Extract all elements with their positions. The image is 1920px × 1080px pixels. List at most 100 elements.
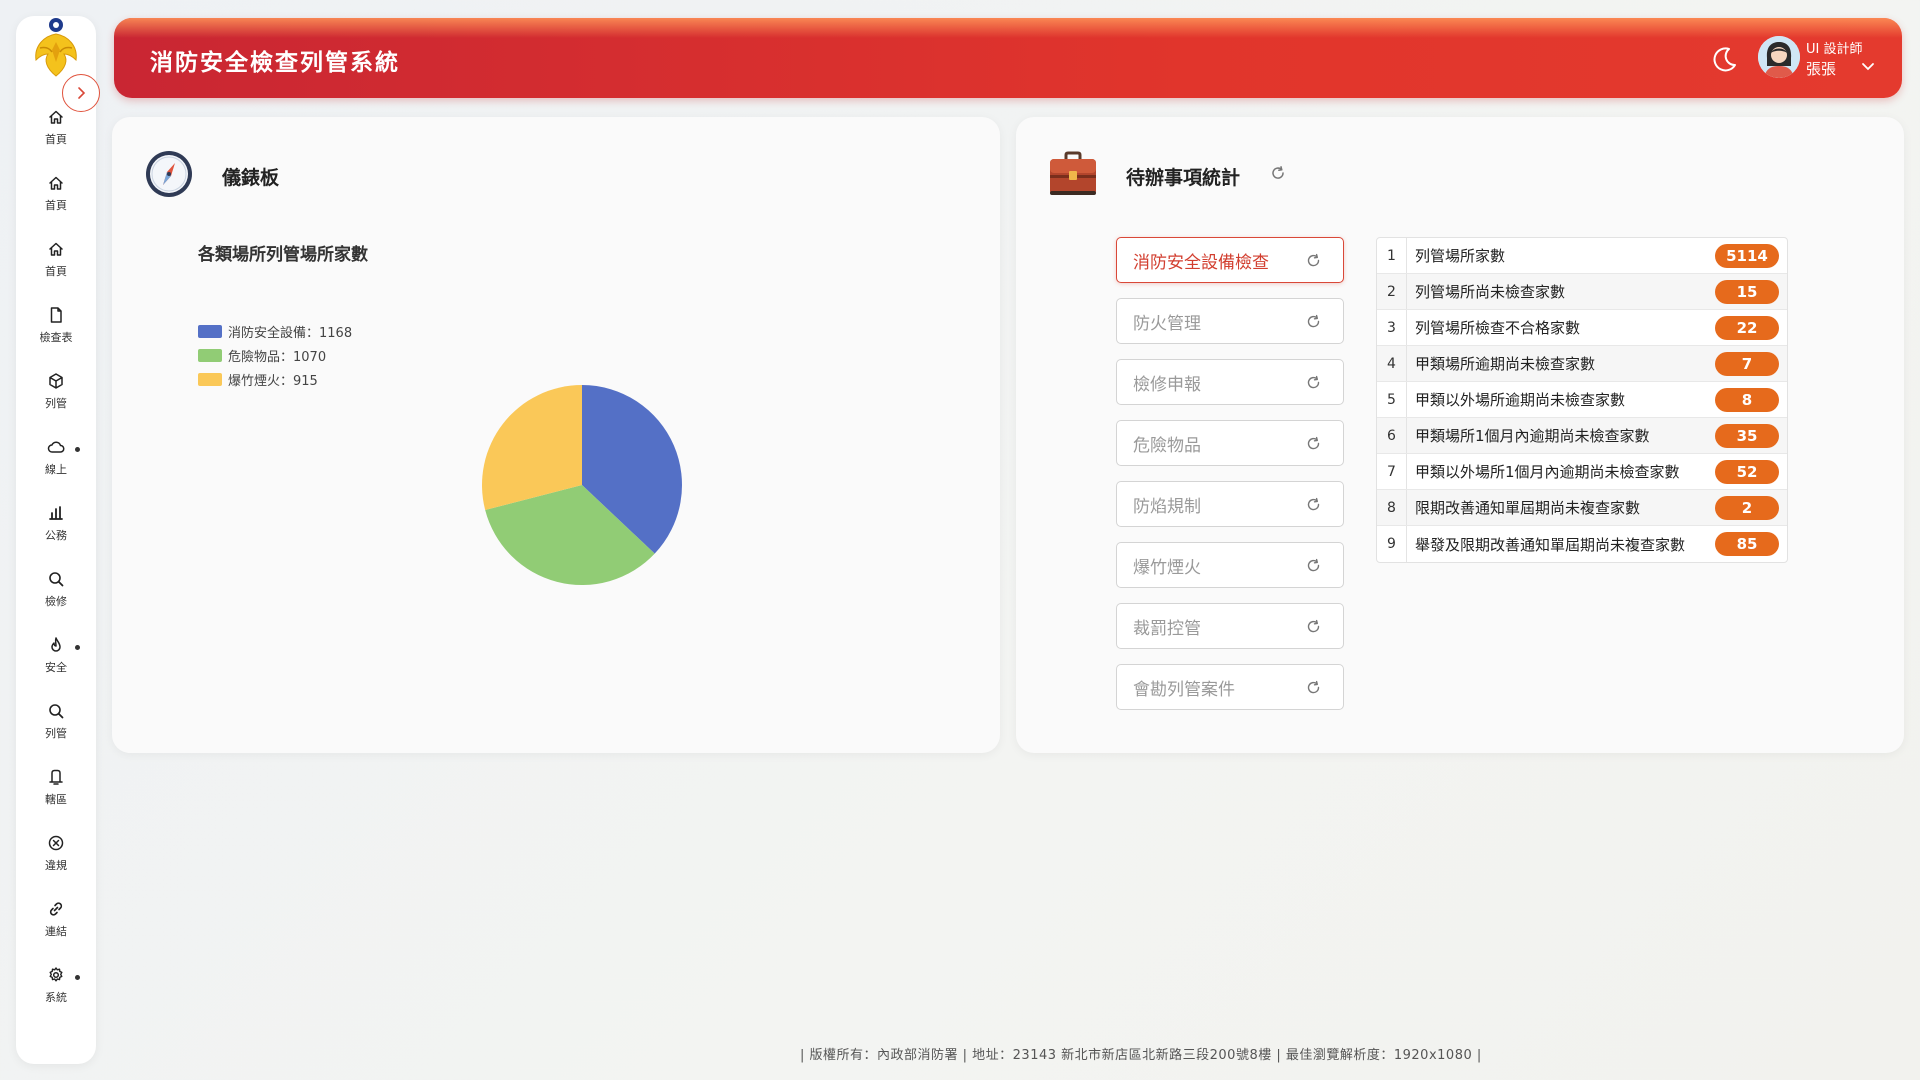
category-label: 防火管理	[1133, 313, 1201, 334]
row-label: 甲類場所1個月內逾期尚未檢查家數	[1415, 427, 1650, 445]
compass-icon	[146, 151, 192, 197]
sidebar-item-13[interactable]: 系統	[16, 966, 96, 1024]
home-icon	[49, 110, 63, 124]
category-button-5[interactable]: 爆竹煙火	[1116, 542, 1344, 588]
legend-swatch	[198, 324, 222, 338]
sidebar-item-label: 連結	[45, 925, 67, 938]
sidebar-item-label: 違規	[45, 859, 67, 872]
moon-icon[interactable]	[1710, 44, 1740, 74]
refresh-icon[interactable]	[1306, 436, 1321, 451]
legend-item[interactable]: 爆竹煙火：915	[198, 371, 318, 389]
count-badge: 15	[1715, 280, 1779, 304]
legend-label: 危險物品：1070	[228, 349, 327, 365]
pie-chart	[482, 385, 682, 585]
sidebar-item-label: 線上	[45, 463, 67, 476]
user-name[interactable]: 張張	[1806, 58, 1836, 79]
refresh-icon[interactable]	[1306, 375, 1321, 390]
category-label: 爆竹煙火	[1133, 557, 1201, 578]
sidebar-item-11[interactable]: 違規	[16, 834, 96, 892]
table-row[interactable]: 5 甲類以外場所逾期尚未檢查家數 8	[1377, 382, 1787, 418]
avatar[interactable]	[1758, 36, 1800, 78]
category-label: 危險物品	[1133, 435, 1201, 456]
sidebar: 首頁 首頁 首頁 檢查表 列管 線上 公務 檢修 安全 列管 轄區 違規 連結 系統	[16, 16, 96, 1064]
row-index: 9	[1377, 526, 1407, 562]
category-button-2[interactable]: 檢修申報	[1116, 359, 1344, 405]
table-row[interactable]: 2 列管場所尚未檢查家數 15	[1377, 274, 1787, 310]
chevron-down-icon[interactable]	[1860, 58, 1876, 74]
user-role: UI 設計師	[1806, 42, 1863, 57]
category-button-3[interactable]: 危險物品	[1116, 420, 1344, 466]
sidebar-item-label: 公務	[45, 529, 67, 542]
category-label: 裁罰控管	[1133, 618, 1201, 639]
count-badge: 85	[1715, 532, 1779, 556]
cube-icon	[49, 373, 63, 389]
category-button-0[interactable]: 消防安全設備檢查	[1116, 237, 1344, 283]
refresh-icon[interactable]	[1306, 680, 1321, 695]
sidebar-item-4[interactable]: 列管	[16, 372, 96, 430]
category-label: 會勘列管案件	[1133, 679, 1235, 700]
legend-swatch	[198, 348, 222, 362]
count-badge: 5114	[1715, 244, 1779, 268]
legend-item[interactable]: 消防安全設備：1168	[198, 323, 353, 341]
sidebar-item-label: 檢修	[45, 595, 67, 608]
flame-icon	[51, 637, 61, 652]
sidebar-item-9[interactable]: 列管	[16, 702, 96, 760]
legend-item[interactable]: 危險物品：1070	[198, 347, 327, 365]
sidebar-item-label: 首頁	[45, 265, 67, 278]
category-label: 防焰規制	[1133, 496, 1201, 517]
app-title: 消防安全檢查列管系統	[150, 50, 400, 76]
table-row[interactable]: 4 甲類場所逾期尚未檢查家數 7	[1377, 346, 1787, 382]
sidebar-item-label: 首頁	[45, 199, 67, 212]
table-row[interactable]: 3 列管場所檢查不合格家數 22	[1377, 310, 1787, 346]
sidebar-item-label: 檢查表	[39, 331, 73, 344]
category-button-6[interactable]: 裁罰控管	[1116, 603, 1344, 649]
gear-icon	[49, 967, 63, 982]
refresh-icon[interactable]	[1306, 619, 1321, 634]
sidebar-item-6[interactable]: 公務	[16, 504, 96, 562]
sidebar-item-0[interactable]: 首頁	[16, 108, 96, 166]
refresh-icon[interactable]	[1306, 253, 1321, 268]
sidebar-item-7[interactable]: 檢修	[16, 570, 96, 628]
sidebar-item-1[interactable]: 首頁	[16, 174, 96, 232]
refresh-icon[interactable]	[1306, 558, 1321, 573]
table-row[interactable]: 9 舉發及限期改善通知單屆期尚未複查家數 85	[1377, 526, 1787, 562]
refresh-icon[interactable]	[1306, 314, 1321, 329]
x-circle-icon	[48, 835, 64, 851]
row-label: 甲類場所逾期尚未檢查家數	[1415, 355, 1596, 373]
sidebar-item-label: 列管	[45, 727, 67, 740]
indicator-dot-icon	[75, 975, 80, 980]
cloud-icon	[47, 441, 65, 453]
count-badge: 22	[1715, 316, 1779, 340]
legend-label: 消防安全設備：1168	[228, 325, 353, 341]
sidebar-item-5[interactable]: 線上	[16, 438, 96, 496]
row-label: 列管場所檢查不合格家數	[1415, 319, 1581, 337]
emblem-logo	[30, 16, 82, 82]
category-button-4[interactable]: 防焰規制	[1116, 481, 1344, 527]
category-button-7[interactable]: 會勘列管案件	[1116, 664, 1344, 710]
todo-stats-panel: 待辦事項統計 消防安全設備檢查 防火管理 檢修申報 危險物品 防焰規制 爆竹煙火 裁罰控管會…	[1016, 117, 1904, 753]
stats-table: 1 列管場所家數 5114 2 列管場所尚未檢查家數 15 3 列管場所檢查不合格家數 22 4 甲…	[1376, 237, 1788, 563]
sidebar-item-label: 轄區	[45, 793, 67, 806]
refresh-icon[interactable]	[1306, 497, 1321, 512]
row-index: 1	[1377, 238, 1407, 273]
sidebar-expand-button[interactable]	[62, 74, 100, 112]
row-label: 甲類以外場所逾期尚未檢查家數	[1415, 391, 1626, 409]
footer: | 版權所有：內政部消防署 | 地址：23143 新北市新店區北新路三段200號…	[0, 1044, 1920, 1063]
table-row[interactable]: 7 甲類以外場所1個月內逾期尚未檢查家數 52	[1377, 454, 1787, 490]
row-index: 3	[1377, 310, 1407, 345]
sidebar-item-8[interactable]: 安全	[16, 636, 96, 694]
table-row[interactable]: 6 甲類場所1個月內逾期尚未檢查家數 35	[1377, 418, 1787, 454]
indicator-dot-icon	[75, 645, 80, 650]
sidebar-item-12[interactable]: 連結	[16, 900, 96, 958]
chart-title: 各類場所列管場所家數	[198, 245, 368, 265]
category-button-1[interactable]: 防火管理	[1116, 298, 1344, 344]
refresh-icon[interactable]	[1270, 165, 1286, 181]
bell-icon	[49, 769, 63, 785]
dashboard-panel: 儀錶板 各類場所列管場所家數 消防安全設備：1168 危險物品：1070 爆竹煙火：…	[112, 117, 1000, 753]
sidebar-item-2[interactable]: 首頁	[16, 240, 96, 298]
sidebar-item-3[interactable]: 檢查表	[16, 306, 96, 364]
table-row[interactable]: 8 限期改善通知單屆期尚未複查家數 2	[1377, 490, 1787, 526]
table-row[interactable]: 1 列管場所家數 5114	[1377, 238, 1787, 274]
link-icon	[49, 902, 63, 916]
sidebar-item-10[interactable]: 轄區	[16, 768, 96, 826]
